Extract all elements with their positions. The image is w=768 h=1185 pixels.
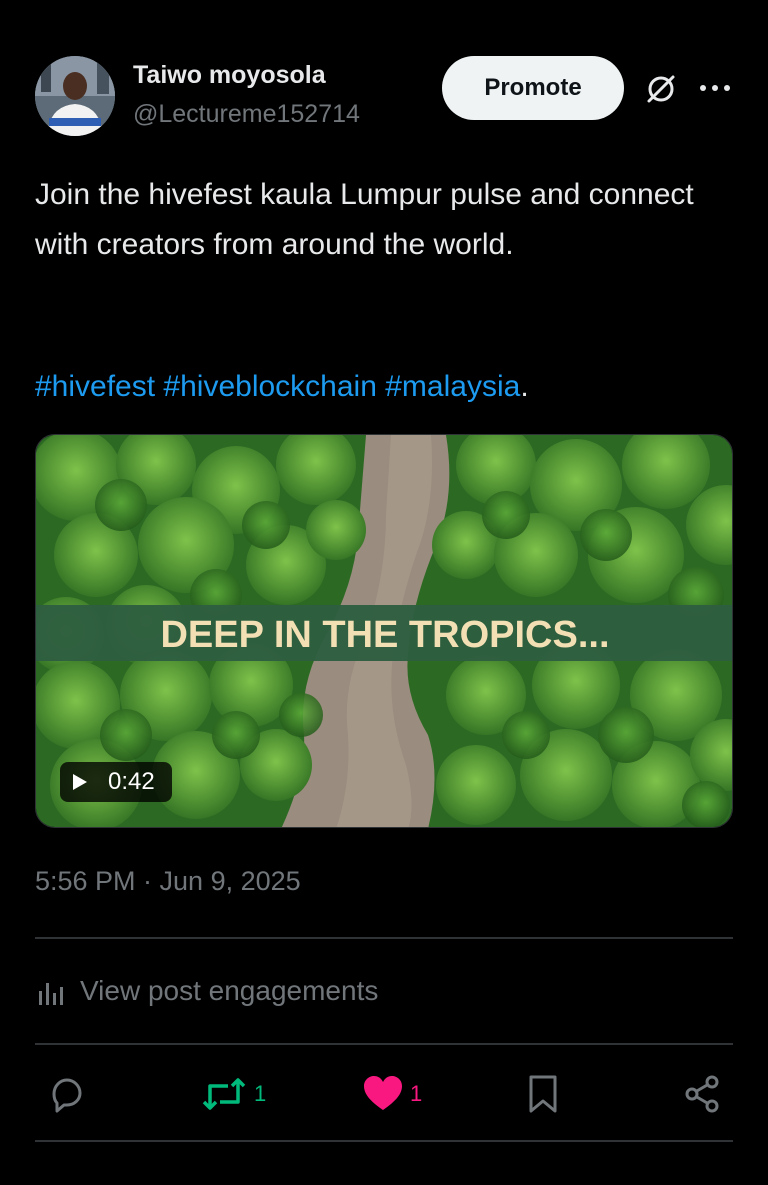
divider-bottom — [35, 1043, 733, 1045]
like-count: 1 — [410, 1081, 423, 1106]
heart-icon — [364, 1076, 402, 1110]
author-handle[interactable]: @Lectureme152714 — [133, 100, 360, 129]
like-button[interactable]: 1 — [362, 1072, 422, 1116]
hashtag-hiveblockchain[interactable]: #hiveblockchain — [163, 370, 376, 403]
post-body: Join the hivefest kaula Lumpur pulse and… — [35, 178, 694, 261]
video-duration-badge[interactable]: 0:42 — [60, 762, 172, 802]
repost-button[interactable]: 1 — [200, 1072, 266, 1116]
divider-footer — [35, 1140, 733, 1142]
bookmark-icon — [529, 1075, 557, 1113]
hashtag-hivefest[interactable]: #hivefest — [35, 370, 155, 403]
hashtag-malaysia[interactable]: #malaysia — [385, 370, 520, 403]
hashtag-trailing-period: . — [520, 370, 529, 403]
view-post-engagements-link[interactable]: View post engagements — [80, 975, 378, 1007]
hashtag-line: #hivefest #hiveblockchain #malaysia. — [35, 362, 529, 412]
grok-slash-circle-icon[interactable] — [644, 72, 678, 106]
repost-count: 1 — [254, 1081, 267, 1106]
promote-button[interactable]: Promote — [442, 56, 624, 120]
reply-bubble-icon — [52, 1078, 82, 1113]
author-name[interactable]: Taiwo moyosola — [133, 61, 326, 90]
video-duration: 0:42 — [108, 768, 155, 795]
post-timestamp[interactable]: 5:56 PM · Jun 9, 2025 — [35, 866, 301, 897]
play-icon — [73, 774, 87, 790]
banner-text: DEEP IN THE TROPICS... — [160, 614, 609, 656]
author-avatar[interactable] — [35, 56, 115, 136]
reply-button[interactable] — [46, 1072, 92, 1116]
repost-icon — [202, 1078, 246, 1110]
bar-chart-icon[interactable] — [37, 977, 67, 1005]
divider-top — [35, 937, 733, 939]
more-dots-icon[interactable] — [698, 76, 732, 100]
bookmark-button[interactable] — [526, 1072, 560, 1116]
share-button[interactable] — [682, 1072, 722, 1116]
avatar-image — [35, 56, 115, 136]
share-nodes-icon — [685, 1075, 719, 1113]
